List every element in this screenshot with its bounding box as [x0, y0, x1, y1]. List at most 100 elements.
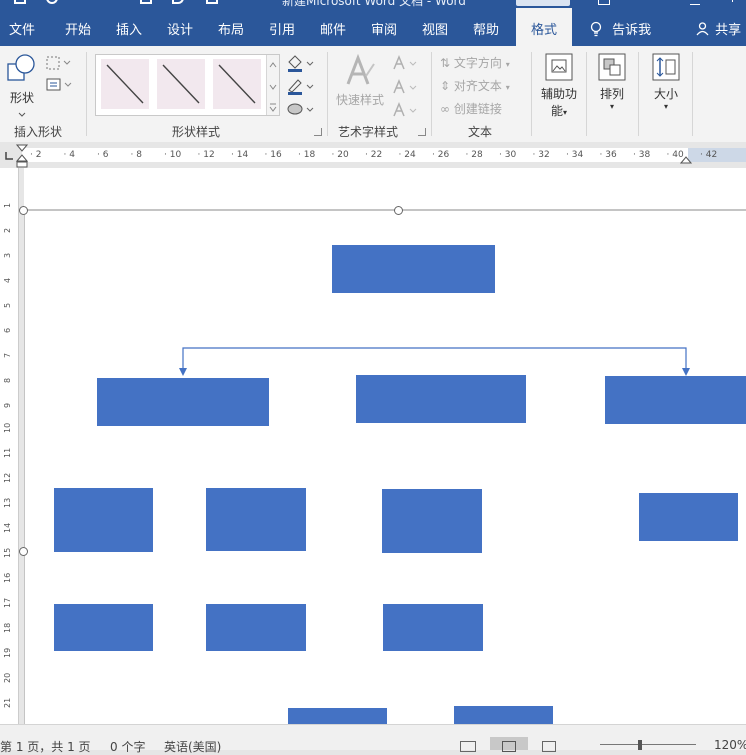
wordart-icon [346, 53, 375, 85]
group-divider [638, 52, 639, 136]
resize-handle[interactable] [19, 206, 28, 215]
text-effects-icon[interactable] [392, 101, 420, 119]
ribbon-display-icon[interactable] [598, 0, 610, 5]
tab-format[interactable]: 格式 [516, 8, 572, 46]
lightbulb-icon [590, 21, 602, 37]
edit-shape-icon[interactable] [46, 56, 74, 70]
wordart-launcher[interactable] [418, 128, 426, 136]
indent-marker-icon[interactable] [16, 144, 28, 168]
text-box-icon[interactable] [46, 78, 74, 92]
minimize-icon[interactable] [690, 0, 700, 5]
org-box-level3[interactable] [639, 493, 738, 541]
shapes-icon [7, 54, 35, 81]
tab-file[interactable]: 文件 [0, 8, 44, 46]
chevron-down-icon [18, 112, 26, 117]
arrange-button[interactable]: 排列 ▾ [592, 52, 632, 111]
elbow-connector [182, 347, 687, 372]
resize-handle[interactable] [394, 206, 403, 215]
word-count[interactable]: 0 个字 [110, 738, 145, 755]
create-link-label: 创建链接 [453, 102, 502, 116]
share-label: 共享 [715, 23, 742, 38]
quick-styles-label: 快速样式 [335, 93, 384, 107]
wordart-group-label: 艺术字样式 [338, 125, 399, 139]
tab-review[interactable]: 审阅 [362, 8, 406, 46]
tab-mailings[interactable]: 邮件 [311, 8, 355, 46]
tell-me-box[interactable]: 告诉我 [590, 8, 651, 46]
ruler-tick-label: 12 [3, 472, 12, 483]
text-direction-button[interactable]: ⇅ 文字方向 ▾ [440, 54, 510, 71]
shape-style-swatch[interactable] [101, 59, 149, 109]
ribbon-format: 形状 插入形状 形状样式 快速样式 艺术字样式 ⇅ 文字方向 ▾ ⇕ 对齐文本 … [0, 46, 746, 143]
print-icon[interactable] [206, 0, 218, 4]
shape-style-swatch[interactable] [157, 59, 205, 109]
shape-fill-icon[interactable] [286, 54, 316, 72]
shape-outline-icon[interactable] [286, 77, 316, 95]
share-button[interactable]: 共享 [696, 8, 741, 46]
tab-layout[interactable]: 布局 [209, 8, 253, 46]
tab-insert[interactable]: 插入 [107, 8, 151, 46]
ruler-tick-label: 1 [3, 202, 12, 208]
tab-references[interactable]: 引用 [260, 8, 304, 46]
org-box-level4[interactable] [206, 604, 306, 651]
zoom-slider[interactable] [600, 744, 696, 745]
window-title: 新建Microsoft Word 文档 - Word [282, 0, 466, 8]
tab-home[interactable]: 开始 [56, 8, 100, 46]
login-button[interactable] [516, 0, 570, 6]
document-canvas[interactable] [19, 168, 746, 724]
org-box-level5[interactable] [454, 706, 553, 724]
close-icon[interactable] [722, 0, 733, 2]
ruler-text-area [22, 148, 688, 162]
text-fill-icon[interactable] [392, 54, 420, 72]
ruler-tick-label: · 20 [331, 150, 349, 160]
text-direction-label: 文字方向 [453, 56, 502, 70]
read-mode-icon[interactable] [460, 741, 476, 752]
vertical-ruler[interactable]: 1 2 3 4 5 6 7 8 9 10 11 12 13 14 15 16 17 18 19 20 21 [0, 168, 19, 724]
quick-styles-button[interactable]: 快速样式 [334, 53, 386, 108]
shape-styles-launcher[interactable] [314, 128, 322, 136]
shape-style-swatch[interactable] [213, 59, 261, 109]
ruler-tick-label: 2 [3, 227, 12, 233]
org-box-level4[interactable] [383, 604, 483, 651]
format-painter-icon[interactable] [172, 0, 184, 4]
save-icon[interactable] [14, 0, 26, 4]
org-box-level2[interactable] [605, 376, 746, 424]
org-box-level3[interactable] [206, 488, 306, 551]
org-box-top[interactable] [332, 245, 495, 293]
org-box-level3[interactable] [382, 489, 482, 553]
horizontal-ruler[interactable]: · 2 · 4 · 6 · 8 · 10 · 12 · 14 · 16 · 18 · 20 · 22… [0, 142, 746, 168]
tab-help[interactable]: 帮助 [464, 8, 508, 46]
group-divider [431, 52, 432, 136]
tab-view[interactable]: 视图 [413, 8, 457, 46]
align-text-button[interactable]: ⇕ 对齐文本 ▾ [440, 77, 510, 94]
tab-design[interactable]: 设计 [158, 8, 202, 46]
zoom-level[interactable]: 120% [714, 738, 746, 752]
page-count[interactable]: 第 1 页，共 1 页 [0, 738, 91, 755]
chevron-down-icon: ▾ [609, 102, 614, 111]
org-box-level2[interactable] [356, 375, 526, 423]
accessibility-button[interactable]: 辅助功 能▾ [536, 52, 582, 119]
ruler-tick-label: · 12 [197, 150, 215, 160]
align-text-label: 对齐文本 [453, 79, 502, 93]
title-bar: 新建Microsoft Word 文档 - Word [0, 0, 746, 8]
new-doc-icon[interactable] [140, 0, 152, 4]
shape-effects-icon[interactable] [286, 100, 316, 118]
size-button[interactable]: 大小 ▾ [646, 52, 686, 111]
accessibility-label-2: 能▾ [550, 104, 568, 118]
ruler-tick-label: 8 [3, 377, 12, 383]
ruler-tick-label: 13 [3, 497, 12, 508]
org-box-level2[interactable] [97, 378, 269, 426]
org-box-level5[interactable] [288, 708, 387, 724]
text-outline-icon[interactable] [392, 78, 420, 96]
create-link-button[interactable]: ∞ 创建链接 [440, 100, 502, 117]
gallery-scroll[interactable] [266, 55, 279, 115]
shape-styles-gallery[interactable] [95, 54, 280, 116]
resize-handle[interactable] [19, 547, 28, 556]
undo-icon[interactable] [46, 0, 58, 4]
web-layout-icon[interactable] [542, 741, 556, 752]
shapes-button[interactable]: 形状 [4, 52, 40, 120]
org-box-level3[interactable] [54, 488, 153, 552]
language-indicator[interactable]: 英语(美国) [164, 738, 221, 755]
ruler-tick-label: 10 [3, 422, 12, 433]
tab-selector-icon[interactable] [3, 150, 15, 162]
org-box-level4[interactable] [54, 604, 153, 651]
